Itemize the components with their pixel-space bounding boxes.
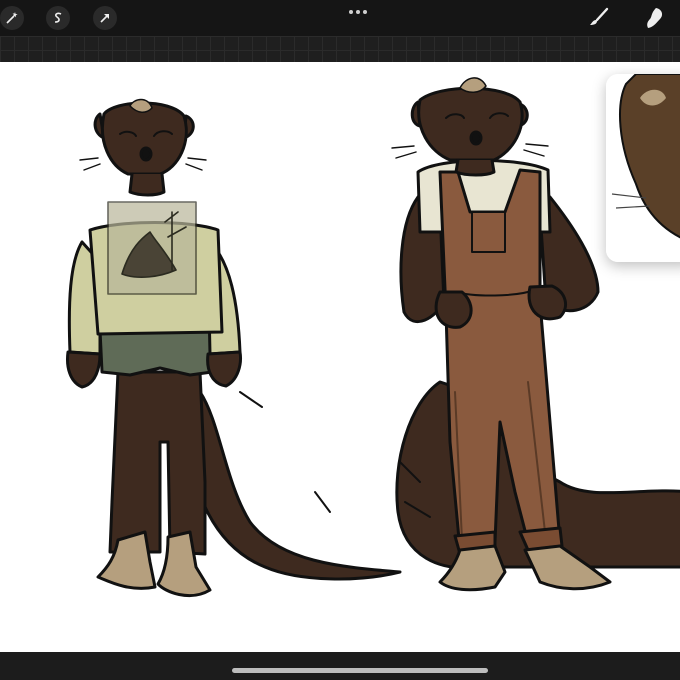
reference-image xyxy=(606,74,680,262)
canvas-margin-grid xyxy=(0,36,680,62)
arrow-cursor-icon[interactable] xyxy=(93,6,117,30)
left-character-feet xyxy=(96,530,157,590)
artwork xyxy=(66,77,680,597)
reference-panel[interactable] xyxy=(606,74,680,262)
left-character-head xyxy=(101,101,188,176)
right-character-head xyxy=(417,86,524,162)
brush-icon[interactable] xyxy=(587,7,611,29)
left-character-tail xyxy=(183,390,402,581)
left-character-legs xyxy=(108,370,207,556)
smudge-icon[interactable] xyxy=(642,7,666,29)
top-toolbar xyxy=(0,0,680,36)
selection-s-icon[interactable] xyxy=(46,6,70,30)
ellipsis-icon[interactable] xyxy=(349,8,369,16)
left-character-shorts xyxy=(98,328,214,377)
drawing-canvas[interactable] xyxy=(0,62,680,652)
bottom-bar xyxy=(0,652,680,680)
magic-wand-icon[interactable] xyxy=(0,6,24,30)
sweater-print xyxy=(107,201,197,295)
home-indicator[interactable] xyxy=(232,668,488,673)
